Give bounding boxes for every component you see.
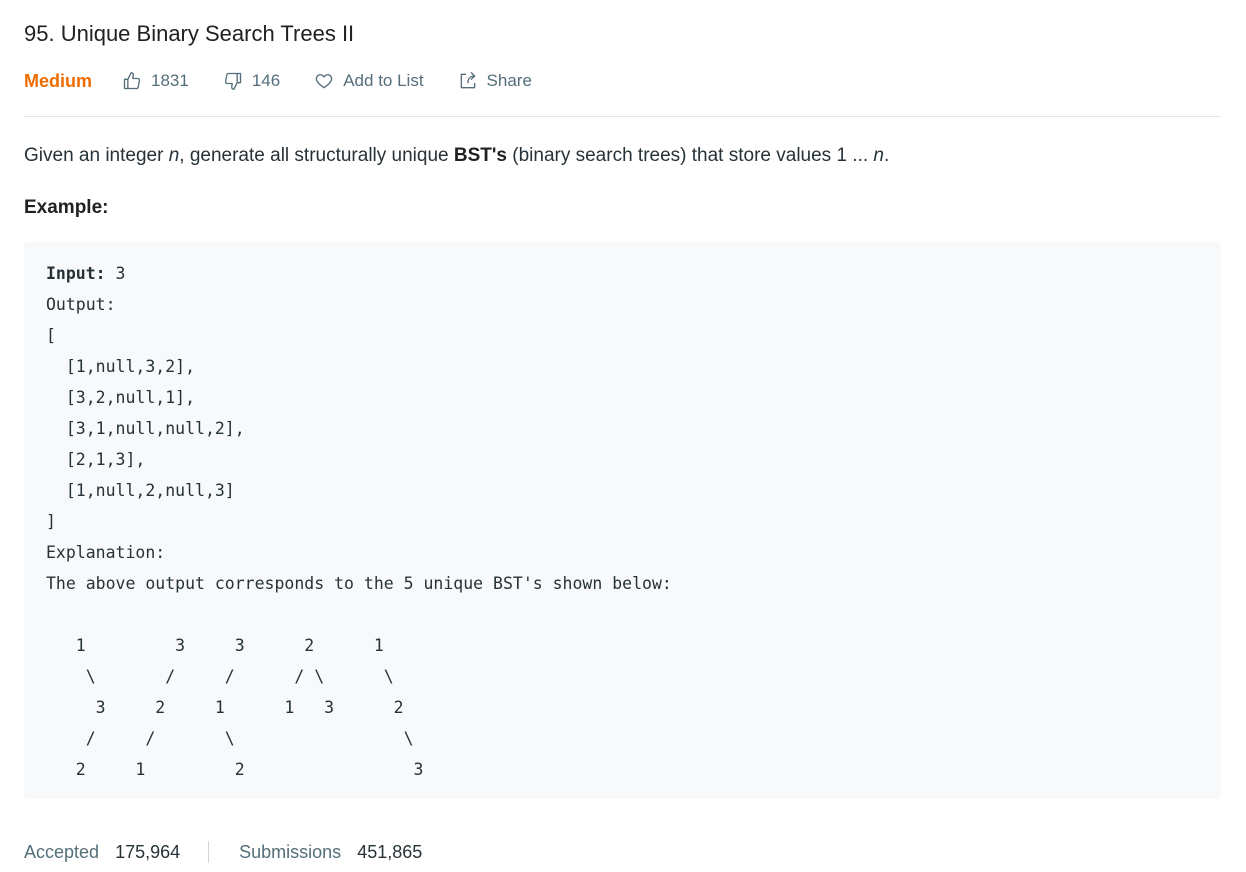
explanation-text: The above output corresponds to the 5 un… — [46, 574, 672, 593]
submission-stats: Accepted 175,964 Submissions 451,865 — [24, 838, 422, 866]
output-line: [2,1,3], — [46, 450, 146, 469]
difficulty-label: Medium — [24, 70, 93, 91]
problem-meta-bar: Medium 1831 146 Add to List Share — [24, 66, 1221, 96]
output-line: [ — [46, 326, 56, 345]
submissions-label: Submissions — [239, 841, 342, 862]
divider — [24, 116, 1221, 117]
description-var: n — [168, 145, 180, 166]
tree-diagram-line: 3 2 1 1 3 2 — [46, 698, 404, 717]
like-button[interactable]: 1831 — [122, 71, 189, 91]
input-value: 3 — [105, 264, 126, 283]
output-line: [3,1,null,null,2], — [46, 419, 245, 438]
accepted-value: 175,964 — [115, 841, 181, 862]
tree-diagram-line: \ / / / \ \ — [46, 667, 394, 686]
thumbs-up-icon — [123, 72, 141, 90]
add-to-list-button[interactable]: Add to List — [314, 71, 424, 91]
heart-icon — [315, 74, 333, 89]
output-line: ] — [46, 512, 56, 531]
description-text: Given an integer — [24, 145, 169, 166]
output-line: [3,2,null,1], — [46, 388, 196, 407]
description-var: n — [873, 145, 884, 166]
accepted-label: Accepted — [24, 841, 100, 862]
like-count: 1831 — [151, 71, 189, 90]
dislike-count: 146 — [251, 71, 281, 90]
tree-diagram-line: 1 3 3 2 1 — [46, 636, 384, 655]
tree-diagram-line: 2 1 2 3 — [46, 760, 424, 779]
input-key: Input: — [46, 264, 106, 283]
description-text: . — [884, 145, 890, 166]
output-key: Output: — [46, 295, 116, 314]
output-line: [1,null,3,2], — [46, 357, 196, 376]
example-code-block: Input: 3 Output: [ [1,null,3,2], [3,2,nu… — [24, 242, 1221, 799]
problem-title: 95. Unique Binary Search Trees II — [24, 21, 355, 46]
share-button[interactable]: Share — [458, 71, 532, 91]
tree-diagram-line: / / \ \ — [46, 729, 414, 748]
share-icon — [460, 72, 475, 89]
add-to-list-label: Add to List — [343, 71, 424, 90]
explanation-key: Explanation: — [46, 543, 166, 562]
thumbs-down-icon — [224, 72, 242, 91]
problem-description: Given an integer n, generate all structu… — [24, 141, 1221, 171]
dislike-button[interactable]: 146 — [223, 71, 280, 91]
problem-container: 95. Unique Binary Search Trees II Medium… — [24, 0, 1221, 799]
submissions-value: 451,865 — [357, 841, 423, 862]
description-text: (binary search trees) that store values … — [506, 145, 874, 166]
description-text: , generate all structurally unique — [179, 145, 454, 166]
output-line: [1,null,2,null,3] — [46, 481, 235, 500]
example-heading: Example: — [24, 197, 109, 218]
input-line: Input: 3 — [46, 258, 1199, 289]
share-label: Share — [486, 71, 532, 90]
stats-divider — [208, 841, 210, 863]
description-bold: BST's — [453, 145, 507, 166]
